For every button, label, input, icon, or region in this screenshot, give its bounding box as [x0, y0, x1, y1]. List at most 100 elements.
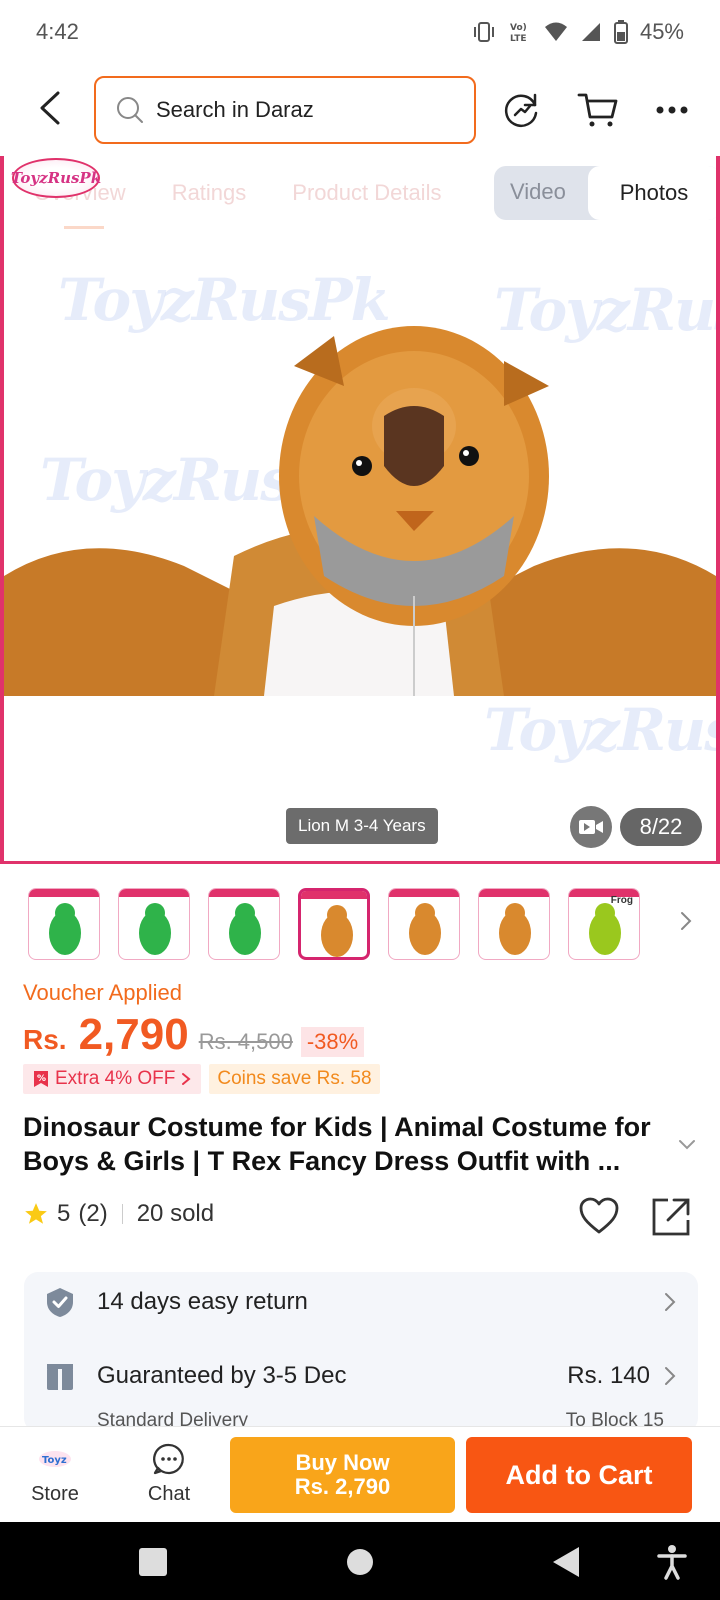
- return-policy-text: 14 days easy return: [97, 1288, 308, 1315]
- buy-now-label: Buy Now: [295, 1450, 390, 1475]
- rating-row[interactable]: 5 (2) 20 sold: [23, 1200, 214, 1228]
- refresh-button[interactable]: [500, 88, 544, 132]
- more-horizontal-icon: [656, 106, 688, 114]
- refresh-icon: [504, 93, 538, 128]
- brand-logo: ToyzRusPk: [11, 158, 101, 198]
- cart-icon: [577, 93, 618, 127]
- vibrate-icon: [473, 22, 494, 42]
- home-button[interactable]: [340, 1542, 380, 1582]
- recents-button[interactable]: [133, 1542, 173, 1582]
- delivery-price: Rs. 140: [567, 1362, 650, 1389]
- heart-icon: [579, 1197, 619, 1234]
- return-policy-row[interactable]: 14 days easy return: [24, 1272, 698, 1332]
- product-image: [4, 326, 716, 696]
- buy-now-button[interactable]: Buy Now Rs. 2,790: [230, 1437, 455, 1513]
- tab-ratings[interactable]: Ratings: [172, 180, 247, 206]
- rating-value: 5: [57, 1200, 71, 1227]
- share-button[interactable]: [650, 1196, 696, 1242]
- product-gallery[interactable]: Overview Ratings Product Details ToyzRus…: [0, 156, 720, 864]
- battery-percent: 45%: [639, 19, 684, 44]
- store-logo-icon: Toyz: [20, 1441, 90, 1477]
- discount-badge: -38%: [300, 1027, 365, 1057]
- wishlist-button[interactable]: [578, 1196, 624, 1242]
- tab-product-details[interactable]: Product Details: [292, 180, 441, 206]
- thumbnail-image: [321, 905, 353, 957]
- thumbnail-image: [409, 903, 441, 955]
- delivery-row[interactable]: Guaranteed by 3-5 Dec Rs. 140: [24, 1346, 698, 1406]
- voucher-icon: %: [34, 1071, 48, 1087]
- thumbnail-banner: [209, 889, 279, 897]
- svg-text:LTE: LTE: [510, 34, 527, 44]
- svg-text:Toyz: Toyz: [42, 1455, 67, 1466]
- current-price: 2,790: [78, 1010, 189, 1059]
- more-button[interactable]: [650, 88, 694, 132]
- thumbnail-image: [229, 903, 261, 955]
- accessibility-icon: [657, 1545, 687, 1580]
- thumbnail[interactable]: [208, 888, 280, 960]
- chat-icon: [134, 1441, 204, 1477]
- chat-label: Chat: [147, 1483, 191, 1505]
- system-back-button[interactable]: [546, 1542, 586, 1582]
- chevron-down-icon: [679, 1140, 695, 1150]
- status-icons: Vo) LTE 45%: [472, 19, 684, 45]
- store-button[interactable]: Toyz Store: [20, 1441, 90, 1506]
- video-camera-icon: [579, 820, 603, 834]
- wifi-icon: [544, 22, 567, 41]
- thumbnail[interactable]: [388, 888, 460, 960]
- coins-tag: Coins save Rs. 58: [209, 1064, 380, 1094]
- top-nav: [0, 72, 720, 146]
- status-time: 4:42: [36, 19, 79, 44]
- thumbnail[interactable]: Frog: [568, 888, 640, 960]
- thumbnail[interactable]: [298, 888, 370, 960]
- chevron-right-icon: [665, 1367, 676, 1385]
- thumbnails-next-button[interactable]: [676, 906, 696, 936]
- chevron-right-icon: [182, 1073, 191, 1085]
- action-bar: Toyz Store Chat Buy Now Rs. 2,790 Add to…: [0, 1426, 720, 1522]
- cart-button[interactable]: [576, 88, 620, 132]
- extra-off-text: Extra 4% OFF: [55, 1068, 176, 1089]
- search-box[interactable]: [94, 76, 476, 144]
- thumbnail-label: Frog: [610, 895, 633, 906]
- voucher-applied-label: Voucher Applied: [23, 980, 183, 1005]
- thumbnail-banner: [389, 889, 459, 897]
- service-card: 14 days easy return Guaranteed by 3-5 De…: [24, 1272, 698, 1432]
- thumbnail[interactable]: [478, 888, 550, 960]
- video-option[interactable]: Video: [510, 179, 566, 205]
- chat-button[interactable]: Chat: [134, 1441, 204, 1506]
- product-title: Dinosaur Costume for Kids | Animal Costu…: [23, 1112, 651, 1176]
- thumbnail-banner: [119, 889, 189, 897]
- thumbnail[interactable]: [28, 888, 100, 960]
- thumbnail-image: [499, 903, 531, 955]
- delivery-text: Guaranteed by 3-5 Dec: [97, 1362, 347, 1389]
- svg-text:%: %: [37, 1074, 46, 1084]
- battery-icon: [613, 20, 628, 44]
- status-bar: 4:42 Vo) LTE 45%: [0, 0, 720, 64]
- thumbnail-image: [139, 903, 171, 955]
- accessibility-button[interactable]: [652, 1542, 692, 1582]
- chevron-left-icon: [40, 91, 60, 125]
- signal-icon: [581, 23, 600, 41]
- thumbnail-banner: [479, 889, 549, 897]
- buy-now-price: Rs. 2,790: [294, 1474, 391, 1499]
- divider: [121, 1204, 123, 1224]
- shield-check-icon: [47, 1288, 73, 1317]
- star-icon: [25, 1203, 47, 1224]
- triangle-back-icon: [553, 1547, 579, 1577]
- share-icon: [652, 1198, 690, 1236]
- delivery-box-icon: [47, 1364, 73, 1390]
- thumbnail-banner: [301, 891, 367, 899]
- video-play-button[interactable]: [570, 806, 612, 848]
- thumbnail[interactable]: [118, 888, 190, 960]
- image-counter: 8/22: [620, 808, 702, 846]
- chevron-right-icon: [665, 1293, 676, 1311]
- media-toggle: Video Photos: [494, 166, 716, 220]
- search-input[interactable]: [156, 97, 436, 123]
- add-to-cart-button[interactable]: Add to Cart: [466, 1437, 692, 1513]
- expand-title-button[interactable]: [678, 1138, 696, 1156]
- store-label: Store: [31, 1483, 79, 1505]
- extra-off-tag[interactable]: % Extra 4% OFF: [23, 1064, 202, 1094]
- circle-icon: [347, 1549, 373, 1575]
- back-button[interactable]: [30, 88, 70, 128]
- thumbnail-image: [49, 903, 81, 955]
- photos-option[interactable]: Photos: [588, 166, 716, 220]
